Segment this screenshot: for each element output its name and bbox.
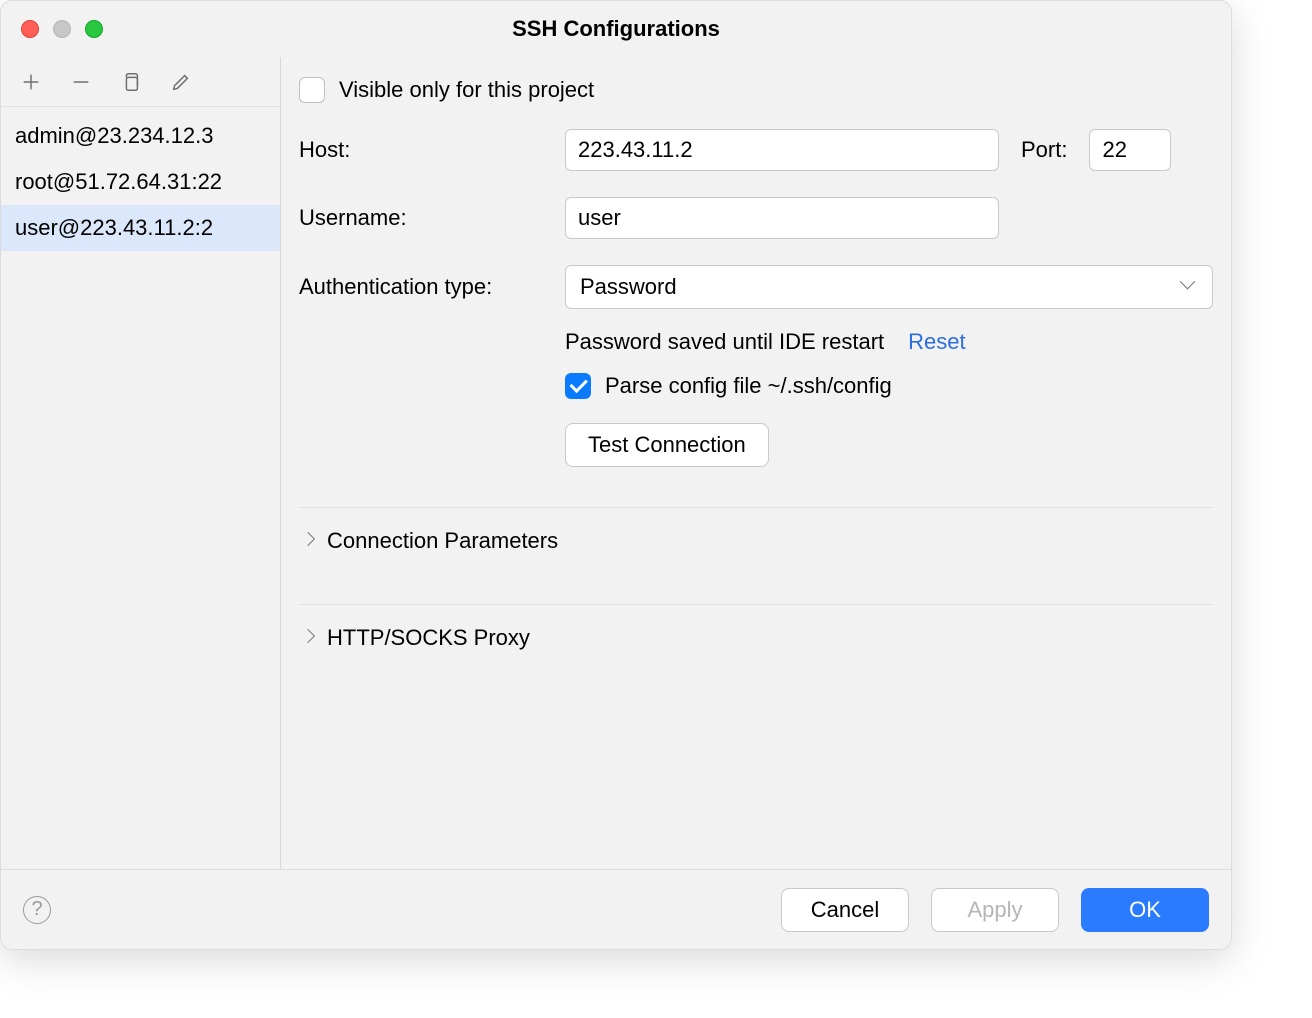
visible-only-checkbox[interactable] — [299, 77, 325, 103]
chevron-right-icon — [303, 534, 317, 548]
connection-parameters-section[interactable]: Connection Parameters — [299, 507, 1213, 574]
chevron-down-icon — [1182, 279, 1198, 295]
sidebar: admin@23.234.12.3 root@51.72.64.31:22 us… — [1, 57, 281, 869]
list-item[interactable]: user@223.43.11.2:2 — [1, 205, 280, 251]
apply-button[interactable]: Apply — [931, 888, 1059, 932]
ok-button[interactable]: OK — [1081, 888, 1209, 932]
parse-config-checkbox[interactable] — [565, 373, 591, 399]
ok-label: OK — [1129, 897, 1161, 923]
add-icon[interactable] — [19, 70, 43, 94]
parse-config-label[interactable]: Parse config file ~/.ssh/config — [605, 373, 892, 399]
main-panel: Visible only for this project Host: Port… — [281, 57, 1231, 869]
username-input[interactable] — [565, 197, 999, 239]
list-item-label: root@51.72.64.31:22 — [15, 169, 266, 195]
username-label: Username: — [299, 205, 565, 231]
username-row: Username: — [299, 197, 1213, 239]
copy-icon[interactable] — [119, 70, 143, 94]
apply-label: Apply — [967, 897, 1022, 923]
sidebar-toolbar — [1, 57, 280, 107]
visible-only-label[interactable]: Visible only for this project — [339, 77, 594, 103]
auth-type-value: Password — [580, 274, 677, 300]
edit-icon[interactable] — [169, 70, 193, 94]
password-saved-text: Password saved until IDE restart — [565, 329, 884, 355]
port-input[interactable] — [1089, 129, 1171, 171]
dialog-window: SSH Configurations admin@23 — [0, 0, 1232, 950]
test-connection-row: Test Connection — [565, 423, 1213, 467]
dialog-title: SSH Configurations — [1, 16, 1231, 42]
cancel-button[interactable]: Cancel — [781, 888, 909, 932]
helpансbutton[interactable]: ? — [23, 896, 51, 924]
auth-row: Authentication type: Password — [299, 265, 1213, 309]
reset-password-link[interactable]: Reset — [908, 329, 965, 355]
chevron-right-icon — [303, 631, 317, 645]
port-label: Port: — [1021, 137, 1067, 163]
auth-type-select[interactable]: Password — [565, 265, 1213, 309]
test-connection-label: Test Connection — [588, 432, 746, 458]
ssh-config-list: admin@23.234.12.3 root@51.72.64.31:22 us… — [1, 107, 280, 869]
host-row: Host: Port: — [299, 129, 1213, 171]
list-item-label: user@223.43.11.2:2 — [15, 215, 266, 241]
password-saved-row: Password saved until IDE restart Reset — [565, 329, 1213, 355]
auth-type-label: Authentication type: — [299, 274, 565, 300]
host-label: Host: — [299, 137, 565, 163]
list-item[interactable]: root@51.72.64.31:22 — [1, 159, 280, 205]
titlebar: SSH Configurations — [1, 1, 1231, 57]
test-connection-button[interactable]: Test Connection — [565, 423, 769, 467]
dialog-footer: ? Cancel Apply OK — [1, 869, 1231, 949]
proxy-section[interactable]: HTTP/SOCKS Proxy — [299, 604, 1213, 671]
parse-config-row: Parse config file ~/.ssh/config — [565, 373, 1213, 399]
list-item[interactable]: admin@23.234.12.3 — [1, 113, 280, 159]
visible-only-row: Visible only for this project — [299, 77, 1213, 103]
remove-icon[interactable] — [69, 70, 93, 94]
connection-parameters-title: Connection Parameters — [327, 528, 558, 554]
proxy-title: HTTP/SOCKS Proxy — [327, 625, 530, 651]
list-item-label: admin@23.234.12.3 — [15, 123, 266, 149]
host-input[interactable] — [565, 129, 999, 171]
cancel-label: Cancel — [811, 897, 879, 923]
